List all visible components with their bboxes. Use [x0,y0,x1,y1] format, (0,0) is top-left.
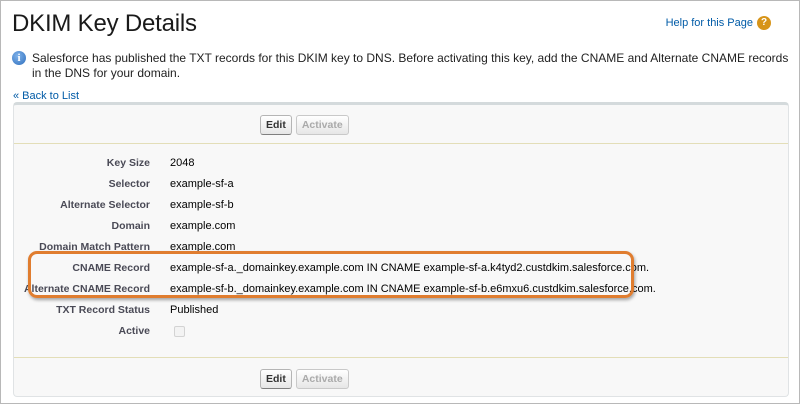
edit-button[interactable]: Edit [260,369,292,389]
back-to-list-link[interactable]: « Back to List [13,90,79,102]
help-icon[interactable]: ? [757,16,771,30]
field-label: Alternate CNAME Record [23,283,150,295]
page-frame: DKIM Key Details Help for this Page ? i … [0,0,800,404]
field-row-active: Active [14,321,788,342]
field-label: Key Size [106,157,150,169]
field-value: example.com [170,220,236,232]
help-link[interactable]: Help for this Page [666,17,753,29]
divider [14,143,788,144]
field-row-cname-record: CNAME Record example-sf-a._domainkey.exa… [14,258,788,279]
field-label: TXT Record Status [56,304,150,316]
field-value: example-sf-b [170,199,234,211]
info-message: Salesforce has published the TXT records… [32,51,789,80]
cname-record-value: example-sf-a._domainkey.example.com IN C… [170,262,650,274]
field-row-alternate-selector: Alternate Selector example-sf-b [14,195,788,216]
field-label: CNAME Record [72,262,150,274]
field-label: Selector [108,178,150,190]
field-label: Domain Match Pattern [39,241,150,253]
field-label: Active [118,325,150,337]
field-value: Published [170,304,219,316]
bottom-button-row: Edit Activate [260,369,349,389]
field-row-selector: Selector example-sf-a [14,174,788,195]
detail-fields: Key Size 2048 Selector example-sf-a Alte… [14,153,788,342]
active-checkbox [174,326,185,337]
field-row-alternate-cname-record: Alternate CNAME Record example-sf-b._dom… [14,279,788,300]
field-row-domain: Domain example.com [14,216,788,237]
field-row-key-size: Key Size 2048 [14,153,788,174]
edit-button[interactable]: Edit [260,115,292,135]
field-label: Domain [111,220,150,232]
field-row-domain-match-pattern: Domain Match Pattern example.com [14,237,788,258]
page-title: DKIM Key Details [12,10,197,37]
top-button-row: Edit Activate [260,115,349,135]
detail-panel: Edit Activate Key Size 2048 Selector exa… [13,102,789,397]
field-row-txt-record-status: TXT Record Status Published [14,300,788,321]
alternate-cname-record-value: example-sf-b._domainkey.example.com IN C… [170,283,656,295]
divider [14,357,788,358]
field-value: example-sf-a [170,178,234,190]
activate-button[interactable]: Activate [295,369,349,389]
activate-button[interactable]: Activate [295,115,349,135]
info-icon: i [12,51,26,65]
field-label: Alternate Selector [60,199,150,211]
help-section: Help for this Page ? [666,16,771,30]
field-value: 2048 [170,157,195,169]
field-value: example.com [170,241,236,253]
